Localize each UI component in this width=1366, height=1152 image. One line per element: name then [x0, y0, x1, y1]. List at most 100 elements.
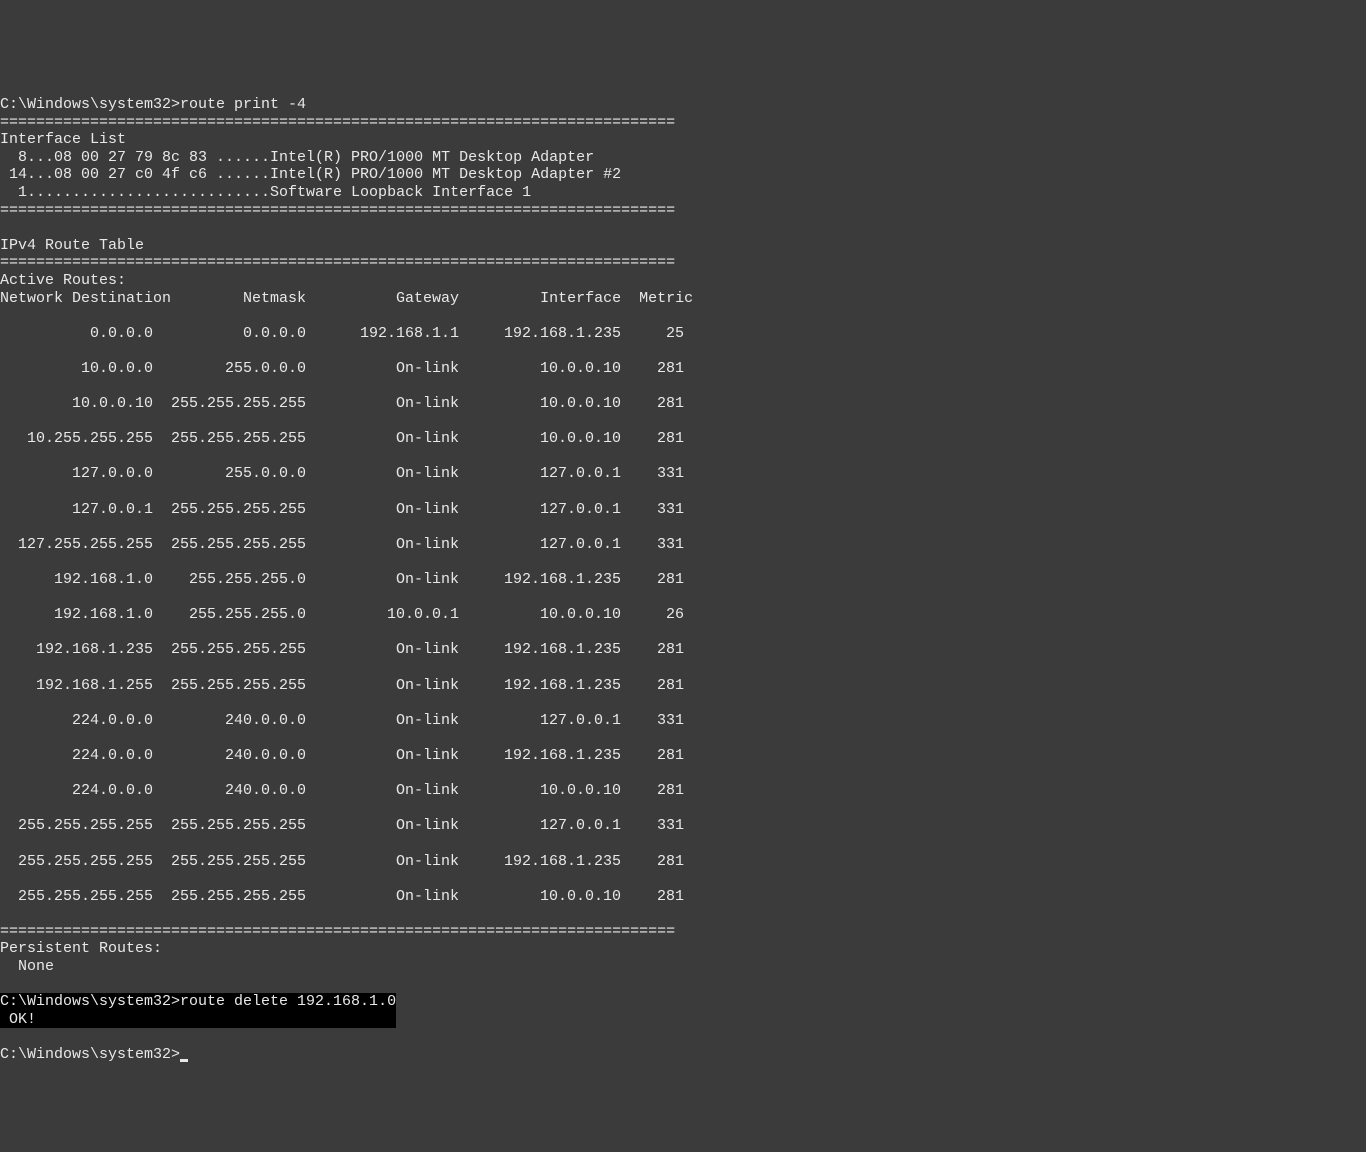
route-metric: 281 [621, 571, 684, 589]
route-gateway: On-link [306, 536, 459, 554]
route-dest: 127.0.0.0 [0, 465, 153, 483]
prompt: C:\Windows\system32> [0, 1046, 180, 1063]
route-dest: 10.0.0.10 [0, 395, 153, 413]
route-mask: 255.255.255.255 [153, 395, 306, 413]
route-mask: 255.255.255.255 [153, 641, 306, 659]
current-prompt-line[interactable]: C:\Windows\system32> [0, 1046, 188, 1063]
route-dest: 10.0.0.0 [0, 360, 153, 378]
route-interface: 127.0.0.1 [459, 465, 621, 483]
route-interface: 192.168.1.235 [459, 747, 621, 765]
route-interface: 192.168.1.235 [459, 325, 621, 343]
route-interface: 127.0.0.1 [459, 817, 621, 835]
table-row: 192.168.1.0255.255.255.0On-link192.168.1… [0, 571, 1366, 589]
route-dest: 224.0.0.0 [0, 782, 153, 800]
route-metric: 26 [621, 606, 684, 624]
table-row: 224.0.0.0240.0.0.0On-link10.0.0.10281 [0, 782, 1366, 800]
route-mask: 255.255.255.255 [153, 430, 306, 448]
route-interface: 192.168.1.235 [459, 641, 621, 659]
prompt: C:\Windows\system32> [0, 993, 180, 1010]
route-mask: 0.0.0.0 [153, 325, 306, 343]
route-dest: 192.168.1.255 [0, 677, 153, 695]
table-header-row: Network DestinationNetmaskGatewayInterfa… [0, 290, 1366, 308]
table-row: 192.168.1.235255.255.255.255On-link192.1… [0, 641, 1366, 659]
route-interface: 127.0.0.1 [459, 501, 621, 519]
route-mask: 240.0.0.0 [153, 712, 306, 730]
route-mask: 255.255.255.0 [153, 571, 306, 589]
route-gateway: On-link [306, 747, 459, 765]
command-text: route print -4 [180, 96, 306, 113]
route-metric: 331 [621, 536, 684, 554]
route-gateway: On-link [306, 817, 459, 835]
route-gateway: On-link [306, 395, 459, 413]
divider: ========================================… [0, 202, 675, 219]
prompt: C:\Windows\system32> [0, 96, 180, 113]
route-gateway: On-link [306, 641, 459, 659]
route-dest: 255.255.255.255 [0, 888, 153, 906]
route-interface: 10.0.0.10 [459, 888, 621, 906]
route-gateway: 10.0.0.1 [306, 606, 459, 624]
route-metric: 331 [621, 501, 684, 519]
route-metric: 281 [621, 360, 684, 378]
terminal-output[interactable]: C:\Windows\system32>route print -4 =====… [0, 70, 1366, 1063]
route-dest: 192.168.1.0 [0, 606, 153, 624]
persistent-routes-header: Persistent Routes: [0, 940, 162, 957]
route-interface: 192.168.1.235 [459, 677, 621, 695]
route-metric: 281 [621, 888, 684, 906]
highlighted-command-block: C:\Windows\system32>route delete 192.168… [0, 993, 396, 1028]
route-mask: 255.255.255.0 [153, 606, 306, 624]
route-dest: 255.255.255.255 [0, 853, 153, 871]
route-metric: 281 [621, 430, 684, 448]
divider: ========================================… [0, 254, 675, 271]
route-mask: 240.0.0.0 [153, 782, 306, 800]
interface-entry: 1...........................Software Loo… [0, 184, 531, 201]
route-metric: 331 [621, 712, 684, 730]
route-metric: 281 [621, 782, 684, 800]
route-gateway: On-link [306, 571, 459, 589]
route-dest: 224.0.0.0 [0, 747, 153, 765]
prompt-line-1: C:\Windows\system32>route print -4 [0, 96, 306, 113]
table-row: 10.0.0.0255.0.0.0On-link10.0.0.10281 [0, 360, 1366, 378]
route-mask: 255.0.0.0 [153, 465, 306, 483]
table-row: 0.0.0.00.0.0.0192.168.1.1192.168.1.23525 [0, 325, 1366, 343]
table-row: 127.0.0.0255.0.0.0On-link127.0.0.1331 [0, 465, 1366, 483]
persistent-none: None [0, 958, 54, 975]
table-row: 127.0.0.1255.255.255.255On-link127.0.0.1… [0, 501, 1366, 519]
command-text: route delete 192.168.1.0 [180, 993, 396, 1010]
route-dest: 192.168.1.0 [0, 571, 153, 589]
route-dest: 192.168.1.235 [0, 641, 153, 659]
divider: ========================================… [0, 923, 675, 940]
route-gateway: 192.168.1.1 [306, 325, 459, 343]
route-metric: 25 [621, 325, 684, 343]
route-interface: 10.0.0.10 [459, 360, 621, 378]
route-metric: 281 [621, 395, 684, 413]
col-if-header: Interface [459, 290, 621, 308]
command-result: OK! [0, 1011, 36, 1028]
col-dest-header: Network Destination [0, 290, 171, 307]
route-mask: 240.0.0.0 [153, 747, 306, 765]
route-gateway: On-link [306, 888, 459, 906]
route-mask: 255.255.255.255 [153, 817, 306, 835]
table-row: 255.255.255.255255.255.255.255On-link192… [0, 853, 1366, 871]
col-gw-header: Gateway [306, 290, 459, 308]
route-metric: 331 [621, 465, 684, 483]
route-mask: 255.255.255.255 [153, 888, 306, 906]
route-metric: 281 [621, 677, 684, 695]
route-metric: 281 [621, 641, 684, 659]
route-mask: 255.255.255.255 [153, 536, 306, 554]
interface-list-header: Interface List [0, 131, 126, 148]
cursor-icon [180, 1059, 188, 1062]
route-interface: 192.168.1.235 [459, 571, 621, 589]
route-interface: 127.0.0.1 [459, 712, 621, 730]
route-gateway: On-link [306, 465, 459, 483]
route-metric: 281 [621, 747, 684, 765]
active-routes-header: Active Routes: [0, 272, 126, 289]
route-mask: 255.255.255.255 [153, 501, 306, 519]
route-metric: 331 [621, 817, 684, 835]
route-metric: 281 [621, 853, 684, 871]
route-table-header: IPv4 Route Table [0, 237, 144, 254]
route-interface: 10.0.0.10 [459, 430, 621, 448]
table-row: 224.0.0.0240.0.0.0On-link192.168.1.23528… [0, 747, 1366, 765]
route-rows-container: 0.0.0.00.0.0.0192.168.1.1192.168.1.23525… [0, 325, 1366, 923]
col-mask-header: Netmask [171, 290, 306, 308]
table-row: 10.0.0.10255.255.255.255On-link10.0.0.10… [0, 395, 1366, 413]
